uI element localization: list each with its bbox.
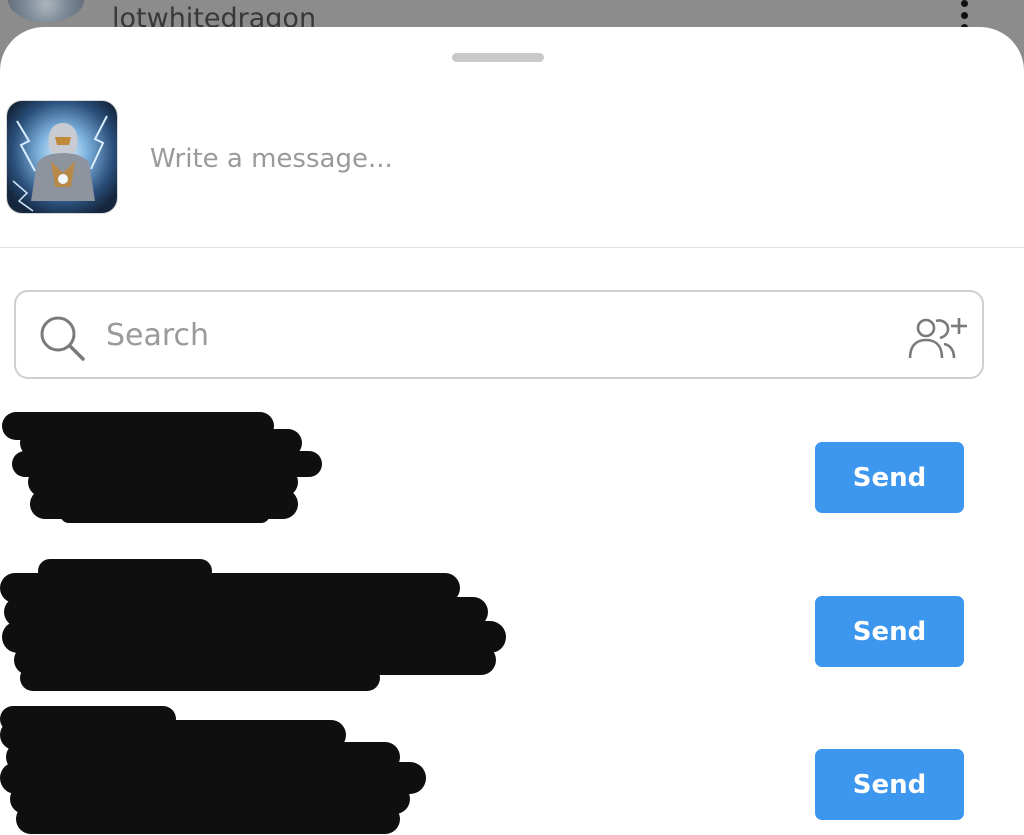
- send-button[interactable]: Send: [815, 596, 964, 667]
- redacted-recipient: [0, 559, 506, 691]
- search-bar[interactable]: [14, 290, 984, 379]
- search-icon: [40, 316, 85, 361]
- message-input[interactable]: [150, 137, 930, 181]
- post-thumbnail-image: [7, 101, 117, 213]
- post-thumbnail: [6, 100, 118, 214]
- add-people-icon[interactable]: [906, 314, 970, 362]
- redacted-recipient: [2, 412, 322, 523]
- redacted-recipient: [0, 706, 426, 834]
- send-button[interactable]: Send: [815, 749, 964, 820]
- search-input[interactable]: [106, 312, 866, 358]
- share-sheet: Send Send Send: [0, 27, 1024, 835]
- recipient-row: Send: [0, 407, 1024, 527]
- sheet-drag-handle[interactable]: [452, 53, 544, 62]
- recipient-row: Send: [0, 557, 1024, 691]
- send-button[interactable]: Send: [815, 442, 964, 513]
- profile-avatar: [8, 0, 84, 22]
- recipient-row: Send: [0, 704, 1024, 834]
- more-vertical-icon[interactable]: [958, 0, 970, 31]
- message-composer: [0, 87, 1024, 248]
